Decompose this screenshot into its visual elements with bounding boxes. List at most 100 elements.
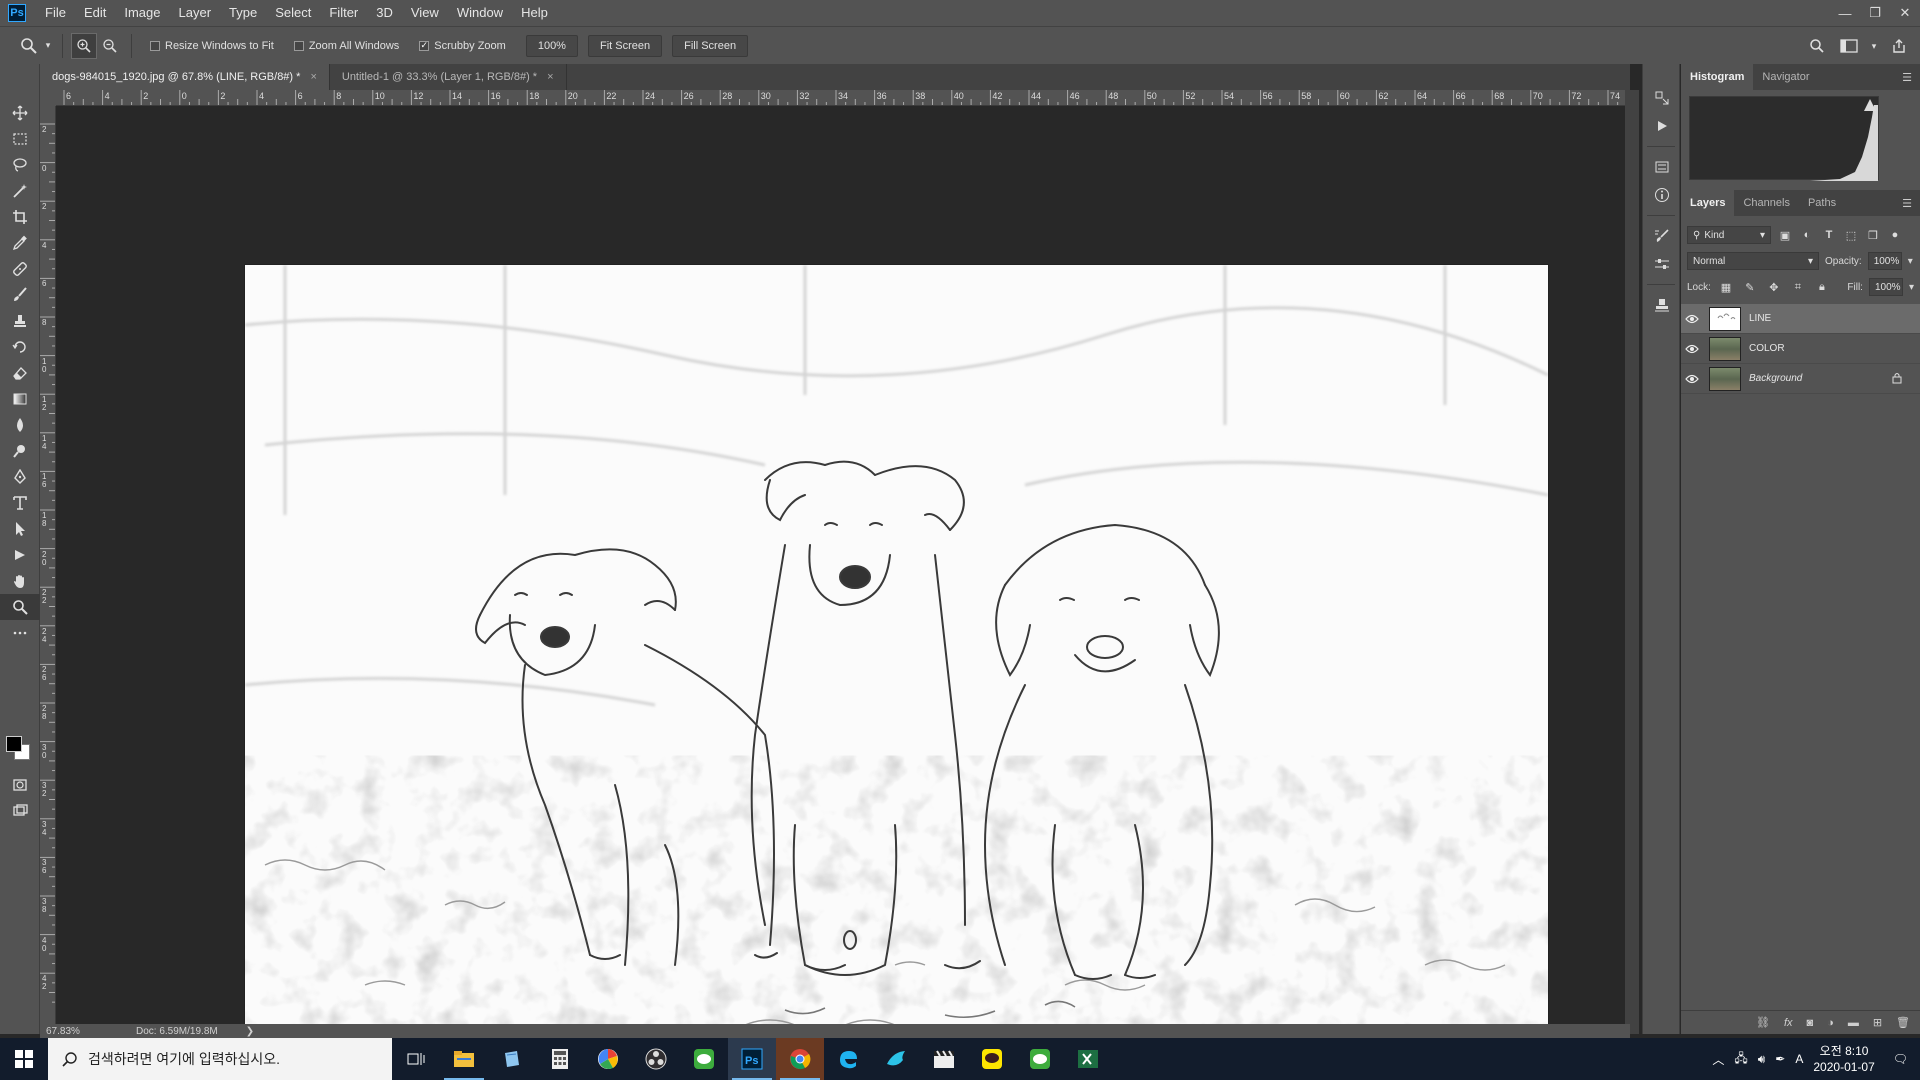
checkbox-box[interactable] xyxy=(293,40,304,51)
menu-file[interactable]: File xyxy=(36,0,75,26)
checkbox-box[interactable] xyxy=(150,40,160,51)
menu-3d[interactable]: 3D xyxy=(367,0,402,26)
blend-mode-select[interactable]: Normal ▾ xyxy=(1687,252,1819,270)
tab-layers[interactable]: Layers xyxy=(1681,190,1735,216)
move-tool-icon[interactable] xyxy=(0,100,40,126)
panel-menu-icon[interactable]: ☰ xyxy=(1902,197,1912,210)
workspace-switcher-icon[interactable] xyxy=(1836,33,1862,59)
tab-dogs-document[interactable]: dogs-984015_1920.jpg @ 67.8% (LINE, RGB/… xyxy=(40,64,330,90)
filter-shape-icon[interactable]: ⬚ xyxy=(1843,227,1859,243)
checkbox-box-checked[interactable]: ✓ xyxy=(419,40,430,51)
tab-histogram[interactable]: Histogram xyxy=(1681,64,1754,90)
bird-app-icon[interactable] xyxy=(872,1038,920,1080)
show-hidden-icons-chevron-icon[interactable]: ︿ xyxy=(1712,1051,1724,1068)
menu-window[interactable]: Window xyxy=(448,0,512,26)
scrubby-zoom-checkbox[interactable]: ✓ Scrubby Zoom xyxy=(419,40,506,52)
path-selection-tool-icon[interactable] xyxy=(0,516,40,542)
clone-stamp-tool-icon[interactable] xyxy=(0,308,40,334)
filter-toggle-icon[interactable]: ● xyxy=(1887,227,1903,243)
zoom-out-icon[interactable] xyxy=(97,33,123,59)
share-icon[interactable] xyxy=(1886,33,1912,59)
eye-visibility-icon[interactable] xyxy=(1681,344,1703,354)
task-view-icon[interactable] xyxy=(392,1038,440,1080)
network-icon[interactable]: 🖧︎ xyxy=(1734,1049,1747,1070)
close-button[interactable]: ✕ xyxy=(1890,0,1920,26)
panel-collapse-strip[interactable] xyxy=(1625,90,1639,1034)
menu-edit[interactable]: Edit xyxy=(75,0,115,26)
ime-indicator[interactable]: A xyxy=(1795,1052,1803,1066)
info-icon[interactable] xyxy=(1643,181,1681,209)
close-icon[interactable]: × xyxy=(310,71,316,83)
healing-brush-tool-icon[interactable] xyxy=(0,256,40,282)
filter-type-icon[interactable]: T xyxy=(1821,227,1837,243)
adjustments-sliders-icon[interactable] xyxy=(1643,250,1681,278)
panel-menu-icon[interactable]: ☰ xyxy=(1902,71,1912,84)
zoom-all-windows-checkbox[interactable]: Zoom All Windows xyxy=(293,40,399,52)
filter-pixel-icon[interactable]: ▣ xyxy=(1777,227,1793,243)
history-panel-icon[interactable] xyxy=(1643,84,1681,112)
new-group-folder-icon[interactable]: ▬ xyxy=(1848,1017,1859,1029)
close-icon[interactable]: × xyxy=(547,71,553,83)
layer-name[interactable]: LINE xyxy=(1749,313,1920,324)
brush-tool-icon[interactable] xyxy=(0,282,40,308)
ruler-origin[interactable] xyxy=(40,90,56,106)
menu-help[interactable]: Help xyxy=(512,0,557,26)
filter-smart-object-icon[interactable]: ❒ xyxy=(1865,227,1881,243)
clone-source-icon[interactable] xyxy=(1643,291,1681,319)
eye-visibility-icon[interactable] xyxy=(1681,314,1703,324)
marquee-tool-icon[interactable] xyxy=(0,126,40,152)
chevron-down-icon[interactable]: ▾ xyxy=(1868,33,1880,59)
layer-row-color[interactable]: COLOR xyxy=(1681,334,1920,364)
menu-filter[interactable]: Filter xyxy=(320,0,367,26)
document-canvas[interactable] xyxy=(245,265,1548,1079)
zoom-tool-icon[interactable] xyxy=(0,594,40,620)
volume-icon[interactable]: 🔊︎ xyxy=(1758,1052,1766,1067)
zoom-100-button[interactable]: 100% xyxy=(525,34,578,57)
fill-screen-button[interactable]: Fill Screen xyxy=(672,34,749,57)
status-menu-arrow-icon[interactable]: ❯ xyxy=(246,1026,254,1037)
tab-navigator[interactable]: Navigator xyxy=(1753,64,1818,90)
add-mask-icon[interactable]: ◙ xyxy=(1807,1017,1814,1029)
dodge-tool-icon[interactable] xyxy=(0,438,40,464)
actions-play-icon[interactable] xyxy=(1643,112,1681,140)
brush-settings-icon[interactable] xyxy=(1643,222,1681,250)
photo-app-icon[interactable] xyxy=(584,1038,632,1080)
clapperboard-app-icon[interactable] xyxy=(920,1038,968,1080)
lock-transparent-pixels-icon[interactable]: ▦ xyxy=(1717,279,1735,295)
search-icon[interactable] xyxy=(1804,33,1830,59)
shape-tool-icon[interactable] xyxy=(0,542,40,568)
clock[interactable]: 오전 8:10 2020-01-07 xyxy=(1813,1043,1874,1075)
fit-screen-button[interactable]: Fit Screen xyxy=(587,34,663,57)
zoom-in-icon[interactable] xyxy=(71,32,97,59)
vertical-ruler[interactable]: 2 0 2 4 6 8 10 12 14 16 18 20 22 24 26 28 30 32 34 36 38 40 42 xyxy=(40,106,56,1024)
notepad-icon[interactable] xyxy=(488,1038,536,1080)
type-tool-icon[interactable] xyxy=(0,490,40,516)
layer-style-fx-icon[interactable]: fx xyxy=(1784,1017,1793,1029)
menu-layer[interactable]: Layer xyxy=(170,0,221,26)
zoom-tool-preset-icon[interactable] xyxy=(16,33,42,59)
chevron-down-icon[interactable]: ▾ xyxy=(1908,256,1913,267)
kakaotalk-icon[interactable] xyxy=(968,1038,1016,1080)
notifications-icon[interactable]: 🗨︎ xyxy=(1893,1052,1908,1066)
filter-adjustment-icon[interactable]: ◐ xyxy=(1799,227,1815,243)
obs-icon[interactable] xyxy=(632,1038,680,1080)
file-explorer-icon[interactable] xyxy=(440,1038,488,1080)
new-layer-icon[interactable]: ⊞ xyxy=(1873,1016,1882,1029)
tab-paths[interactable]: Paths xyxy=(1799,190,1845,216)
eyedropper-tool-icon[interactable] xyxy=(0,230,40,256)
chevron-down-icon[interactable]: ▾ xyxy=(42,33,54,59)
pen-ink-icon[interactable]: ✒︎ xyxy=(1775,1052,1785,1066)
lock-artboard-icon[interactable]: ⌗ xyxy=(1789,279,1807,295)
layer-row-background[interactable]: Background xyxy=(1681,364,1920,394)
crop-tool-icon[interactable] xyxy=(0,204,40,230)
photoshop-app-icon[interactable]: Ps xyxy=(728,1038,776,1080)
edge-icon[interactable] xyxy=(824,1038,872,1080)
pen-tool-icon[interactable] xyxy=(0,464,40,490)
restore-button[interactable]: ❐ xyxy=(1860,0,1890,26)
chrome-icon[interactable] xyxy=(776,1038,824,1080)
menu-type[interactable]: Type xyxy=(220,0,266,26)
windows-start-icon[interactable] xyxy=(0,1038,48,1080)
quick-mask-icon[interactable] xyxy=(0,772,40,798)
menu-select[interactable]: Select xyxy=(266,0,320,26)
eraser-tool-icon[interactable] xyxy=(0,360,40,386)
